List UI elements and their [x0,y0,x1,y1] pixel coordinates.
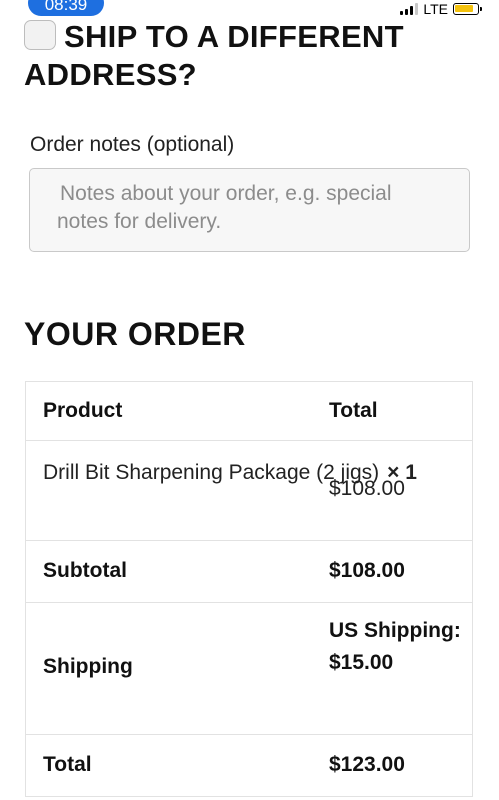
network-type-label: LTE [423,1,448,17]
table-header-row: Product Total [26,382,472,440]
order-notes-textarea[interactable]: Notes about your order, e.g. special not… [29,168,470,252]
shipping-row: Shipping US Shipping: $15.00 [26,602,472,734]
order-total-label: Total [43,753,92,776]
order-total-row: Total $123.00 [26,734,472,796]
ship-to-different-address-checkbox[interactable] [24,20,56,50]
order-notes-placeholder: Notes about your order, e.g. special not… [57,182,392,233]
subtotal-value: $108.00 [329,559,405,582]
shipping-label: Shipping [43,655,133,678]
order-total-value: $123.00 [329,753,405,776]
ship-to-different-address-label[interactable]: SHIP TO A DIFFERENT ADDRESS? [24,18,464,94]
cellular-signal-icon [400,3,419,15]
subtotal-label: Subtotal [43,559,127,582]
table-row: Drill Bit Sharpening Package (2 jigs) × 1… [26,440,472,540]
status-time: 08:39 [28,0,104,16]
column-header-product: Product [43,399,123,422]
status-bar: 08:39 LTE [0,0,499,18]
shipping-value: US Shipping: $15.00 [329,619,461,674]
battery-level-fill [455,5,473,12]
checkout-page: 08:39 LTE SHIP TO A DIFFERENT ADDRESS? O… [0,0,499,800]
product-total: $108.00 [329,477,405,500]
battery-icon [453,3,482,15]
order-review-table: Product Total Drill Bit Sharpening Packa… [25,381,473,797]
column-header-total: Total [329,399,378,422]
subtotal-row: Subtotal $108.00 [26,540,472,602]
status-indicators: LTE [400,1,482,17]
ship-to-different-address: SHIP TO A DIFFERENT ADDRESS? [24,18,464,94]
order-notes-label: Order notes (optional) [30,133,235,156]
your-order-heading: YOUR ORDER [24,316,246,352]
